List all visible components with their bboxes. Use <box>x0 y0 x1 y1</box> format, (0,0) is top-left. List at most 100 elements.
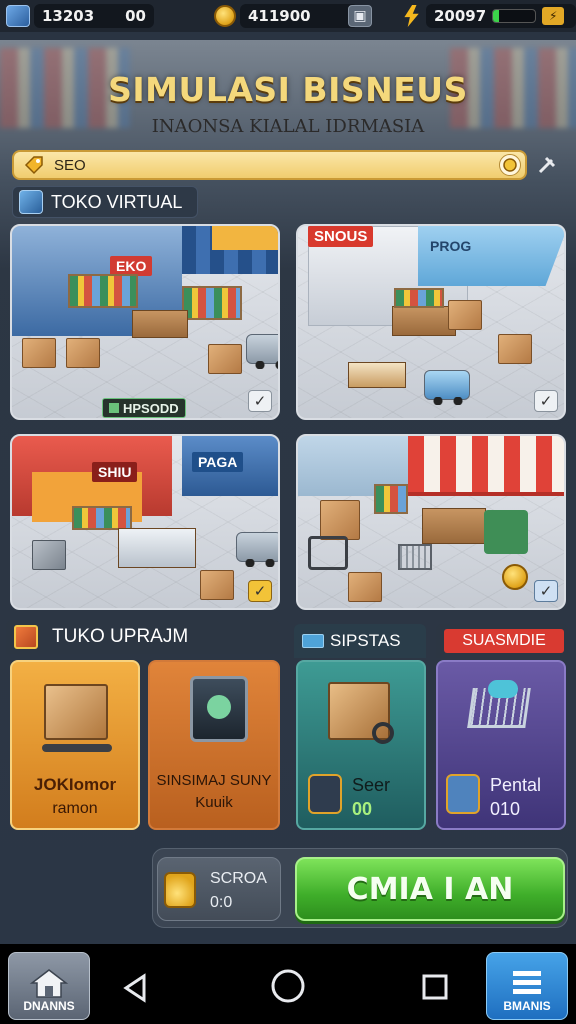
store-card-4[interactable]: ✓ <box>296 434 566 610</box>
display-counter <box>118 528 196 568</box>
panel-header-text: TUKO UPRAJM <box>52 626 189 647</box>
produce-crate <box>484 510 528 554</box>
checkout-counter <box>348 362 406 388</box>
search-bar[interactable]: SEO <box>12 150 527 180</box>
score-value: 0:0 <box>210 894 233 911</box>
chart-icon: ▣ <box>348 5 372 27</box>
energy-value: 20097 <box>434 7 487 25</box>
menu-tab-label: BMANIS <box>503 999 551 1013</box>
house-icon <box>29 969 69 998</box>
select-checkbox[interactable]: ✓ <box>248 580 272 602</box>
cart-wheel-icon <box>372 722 394 744</box>
market-awning <box>408 436 564 496</box>
store-icon <box>19 190 43 214</box>
truck-icon <box>6 5 30 27</box>
stats-button[interactable]: ▣ <box>348 4 372 28</box>
stat-label: Pental <box>490 775 542 795</box>
stats-icon <box>302 634 324 648</box>
coin-counter[interactable]: 411900 <box>214 4 358 28</box>
subsidy-tile-rental[interactable]: Pental 010 <box>436 660 566 830</box>
rental-stat-icon <box>446 774 480 814</box>
select-checkbox[interactable]: ✓ <box>248 390 272 412</box>
recent-apps-icon[interactable] <box>420 972 450 1002</box>
energy-bar-fill <box>493 10 500 22</box>
menu-icon <box>513 971 541 994</box>
tile-subtitle: Kuuik <box>195 794 233 811</box>
coin-icon <box>502 564 528 590</box>
coin-icon <box>214 5 236 27</box>
store-shelf <box>68 274 138 308</box>
tile-title: JOKIomor <box>33 775 117 794</box>
store-card-3[interactable]: SHIU PAGA ✓ <box>10 434 280 610</box>
pin-icon[interactable] <box>536 154 558 176</box>
resource-2-value: 00 <box>125 7 146 25</box>
search-submit-button[interactable] <box>499 154 521 176</box>
tag-icon <box>109 403 119 413</box>
start-button[interactable]: CMIA I AN <box>295 857 565 921</box>
upgrade-tile-warehouse[interactable]: JOKIomor ramon <box>10 660 140 830</box>
home-tab-button[interactable]: DNANNS <box>8 952 90 1020</box>
coins-value: 411900 <box>248 7 311 25</box>
store-tag: HPSODD <box>102 398 186 418</box>
home-circle-icon[interactable] <box>270 968 306 1004</box>
panel-header-stats: SIPSTAS <box>294 624 426 658</box>
game-title: SIMULASI BISNEUS <box>108 70 468 109</box>
tag-icon <box>24 156 43 175</box>
store-card-1[interactable]: EKO HPSODD ✓ <box>10 224 280 420</box>
store-sign: EKO <box>110 256 153 276</box>
computer-icon <box>190 676 248 742</box>
hand-truck-icon <box>42 744 112 752</box>
store-stat-icon <box>308 774 342 814</box>
stat-value: 00 <box>352 799 373 819</box>
action-bar: SCROA 0:0 CMIA I AN <box>152 848 568 928</box>
energy-refill-icon: ⚡ <box>542 7 565 25</box>
stat-value: 010 <box>490 799 521 819</box>
resource-1-value: 13203 <box>42 7 95 25</box>
menu-tab-button[interactable]: BMANIS <box>486 952 568 1020</box>
panel-header-store-upgrade: TUKO UPRAJM <box>6 620 280 654</box>
panel-header-text: SIPSTAS <box>330 631 401 650</box>
search-input[interactable]: SEO <box>54 157 86 174</box>
package-icon <box>44 684 108 740</box>
back-icon[interactable] <box>120 972 152 1004</box>
upgrade-tile-terminal[interactable]: SINSIMAJ SUNY Kuuik <box>148 660 280 830</box>
store-sign-secondary: PROG <box>430 238 472 254</box>
score-panel[interactable]: SCROA 0:0 <box>157 857 281 921</box>
stats-tile-seller[interactable]: Seer 00 <box>296 660 426 830</box>
energy-bar <box>492 9 537 23</box>
cart-icon <box>308 536 348 570</box>
store-canopy <box>418 226 564 286</box>
store-upgrade-icon <box>14 625 38 649</box>
delivery-van <box>246 334 278 369</box>
game-subtitle: INAONSA KIALAL IDRMASIA <box>151 116 425 137</box>
store-counter <box>132 310 188 338</box>
section-label-virtual-store: TOKO VIRTUAL <box>12 186 198 218</box>
shopping-basket <box>398 544 432 570</box>
inventory-resource[interactable]: 13203 00 <box>6 4 154 28</box>
section-label-text: TOKO VIRTUAL <box>51 191 183 212</box>
top-status-bar: 13203 00 411900 ▣ 20097 ⚡ <box>0 0 576 32</box>
panel-header-text: SUASMDIE <box>462 632 546 649</box>
market-stall <box>422 508 486 544</box>
tile-title: SINSIMAJ SUNY <box>156 772 272 789</box>
store-sign: SHIU <box>92 462 138 482</box>
system-nav-bar: DNANNS BMANIS <box>0 944 576 1024</box>
search-icon <box>503 158 517 172</box>
tile-subtitle: ramon <box>52 800 98 817</box>
coin-stack-icon <box>164 872 196 908</box>
delivery-van <box>236 532 278 567</box>
store-sign-secondary: PAGA <box>192 452 244 472</box>
store-tag-text: HPSODD <box>123 400 179 416</box>
home-tab-label: DNANNS <box>23 999 75 1013</box>
energy-counter[interactable]: 20097 ⚡ <box>400 4 576 28</box>
panel-header-subsidy: SUASMDIE <box>436 624 568 658</box>
store-card-2[interactable]: SNOUS PROG ✓ <box>296 224 566 420</box>
cardboard-box <box>22 338 56 368</box>
select-checkbox[interactable]: ✓ <box>534 580 558 602</box>
delivery-van <box>424 370 470 405</box>
stat-label: Seer <box>352 775 391 795</box>
bolt-icon <box>404 5 419 27</box>
store-sign: SNOUS <box>308 226 374 247</box>
score-label: SCROA <box>210 870 267 887</box>
select-checkbox[interactable]: ✓ <box>534 390 558 412</box>
